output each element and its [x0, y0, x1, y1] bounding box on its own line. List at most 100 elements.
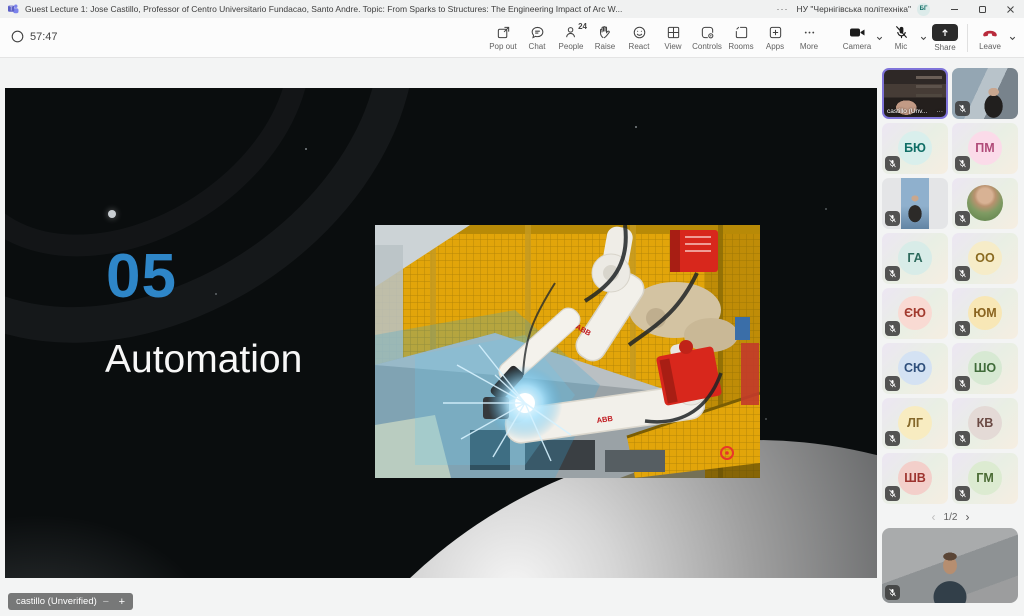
chat-button[interactable]: Chat — [520, 21, 554, 55]
chat-icon — [530, 25, 545, 40]
people-button[interactable]: 24 People — [554, 21, 588, 55]
mic-muted-badge-icon — [955, 156, 970, 171]
leave-dropdown-chevron-icon[interactable] — [1006, 21, 1018, 55]
participant-tile[interactable]: КВ — [952, 398, 1018, 449]
timer-value: 57:47 — [30, 31, 58, 43]
participant-initials-avatar: ШО — [968, 351, 1002, 385]
participant-tile-castillo[interactable]: castillo (Unv... ··· — [882, 68, 948, 119]
meeting-toolbar: 57:47 Pop out Chat 24 People Raise React… — [0, 18, 1024, 58]
participant-initials-avatar: СЮ — [898, 351, 932, 385]
zoom-in-button[interactable]: + — [115, 596, 129, 608]
raise-hand-icon — [598, 25, 613, 40]
popout-icon — [496, 25, 511, 40]
mic-muted-badge-icon — [955, 431, 970, 446]
participant-tiles-grid: castillo (Unv... ··· БЮ ПМ — [877, 58, 1024, 504]
participant-tile-video[interactable] — [952, 68, 1018, 119]
participant-tile-photo[interactable] — [952, 178, 1018, 229]
people-icon — [564, 25, 579, 40]
mic-muted-badge-icon — [955, 376, 970, 391]
participant-tile[interactable]: ШО — [952, 343, 1018, 394]
controls-icon — [700, 25, 715, 40]
titlebar-more-icon[interactable]: ··· — [768, 4, 796, 14]
slide-title: Automation — [105, 340, 302, 379]
window-titlebar: T Guest Lecture 1: Jose Castillo, Profes… — [0, 0, 1024, 18]
share-button[interactable]: Share — [929, 21, 961, 55]
participant-tile[interactable]: ОО — [952, 233, 1018, 284]
timer-icon — [11, 30, 24, 43]
participant-tile[interactable]: СЮ — [882, 343, 948, 394]
mic-muted-badge-icon — [955, 486, 970, 501]
presenter-name-pill: castillo (Unverified) − + — [8, 593, 133, 610]
org-avatar[interactable]: БГ — [917, 3, 930, 16]
teams-app-icon: T — [7, 3, 19, 15]
close-button[interactable] — [996, 0, 1024, 18]
participant-tile[interactable]: БЮ — [882, 123, 948, 174]
participant-tile-video[interactable] — [882, 178, 948, 229]
participant-tile[interactable]: ГА — [882, 233, 948, 284]
camera-icon — [849, 25, 866, 40]
mic-muted-badge-icon — [885, 266, 900, 281]
mic-muted-badge-icon — [955, 266, 970, 281]
react-icon — [632, 25, 647, 40]
meeting-timer: 57:47 — [11, 30, 58, 43]
participant-tile[interactable]: ГМ — [952, 453, 1018, 504]
view-button[interactable]: View — [656, 21, 690, 55]
pagination-next-icon[interactable]: › — [965, 510, 969, 524]
participants-sidebar: castillo (Unv... ··· БЮ ПМ — [877, 58, 1024, 616]
portrait-video-strip — [901, 178, 929, 229]
camera-dropdown-chevron-icon[interactable] — [873, 21, 885, 55]
mic-muted-badge-icon — [955, 211, 970, 226]
mic-muted-badge-icon — [885, 376, 900, 391]
apps-icon — [768, 25, 783, 40]
participant-tile[interactable]: ЮМ — [952, 288, 1018, 339]
participant-initials-avatar: ЮМ — [968, 296, 1002, 330]
participant-initials-avatar: ЛГ — [898, 406, 932, 440]
more-icon — [802, 25, 817, 40]
participants-pagination: ‹ 1/2 › — [877, 510, 1024, 524]
participant-photo-avatar — [967, 185, 1003, 221]
maximize-button[interactable] — [968, 0, 996, 18]
meeting-title: Guest Lecture 1: Jose Castillo, Professo… — [25, 4, 768, 14]
participant-name-label: castillo (Unv... — [887, 108, 927, 115]
participant-tile[interactable]: ШВ — [882, 453, 948, 504]
pagination-prev-icon[interactable]: ‹ — [932, 510, 936, 524]
leave-icon — [981, 25, 999, 40]
tile-more-icon[interactable]: ··· — [937, 108, 944, 115]
mic-muted-icon — [894, 25, 909, 40]
rooms-icon — [734, 25, 749, 40]
mic-muted-badge-icon — [955, 101, 970, 116]
participant-initials-avatar: ГА — [898, 241, 932, 275]
participant-tile[interactable]: ПМ — [952, 123, 1018, 174]
corner-glow-decoration — [5, 503, 235, 578]
participant-initials-avatar: ЄЮ — [898, 296, 932, 330]
raise-hand-button[interactable]: Raise — [588, 21, 622, 55]
apps-button[interactable]: Apps — [758, 21, 792, 55]
star-decoration — [825, 208, 827, 210]
shared-screen-slide: 05 Automation — [5, 88, 877, 578]
participant-initials-avatar: ШВ — [898, 461, 932, 495]
participant-tile[interactable]: ЛГ — [882, 398, 948, 449]
pagination-current: 1/2 — [944, 512, 958, 523]
more-button[interactable]: More — [792, 21, 826, 55]
leave-button[interactable]: Leave — [974, 21, 1006, 55]
mic-dropdown-chevron-icon[interactable] — [917, 21, 929, 55]
participant-initials-avatar: ОО — [968, 241, 1002, 275]
react-button[interactable]: React — [622, 21, 656, 55]
share-icon — [932, 24, 958, 41]
rooms-button[interactable]: Rooms — [724, 21, 758, 55]
mic-muted-badge-icon — [885, 431, 900, 446]
zoom-out-button[interactable]: − — [99, 596, 113, 608]
participant-tile[interactable]: ЄЮ — [882, 288, 948, 339]
mic-button[interactable]: Mic — [885, 21, 917, 55]
meeting-stage: 05 Automation — [0, 58, 1024, 616]
camera-button[interactable]: Camera — [841, 21, 873, 55]
participant-initials-avatar: ГМ — [968, 461, 1002, 495]
minimize-button[interactable] — [940, 0, 968, 18]
self-view-tile[interactable] — [882, 528, 1018, 603]
star-decoration — [635, 126, 637, 128]
people-count-badge: 24 — [578, 22, 587, 31]
org-name: НУ "Чернігівська політехніка" — [796, 4, 911, 14]
welding-robots-photo: ABB ABB — [375, 225, 760, 478]
popout-button[interactable]: Pop out — [486, 21, 520, 55]
controls-button[interactable]: Controls — [690, 21, 724, 55]
